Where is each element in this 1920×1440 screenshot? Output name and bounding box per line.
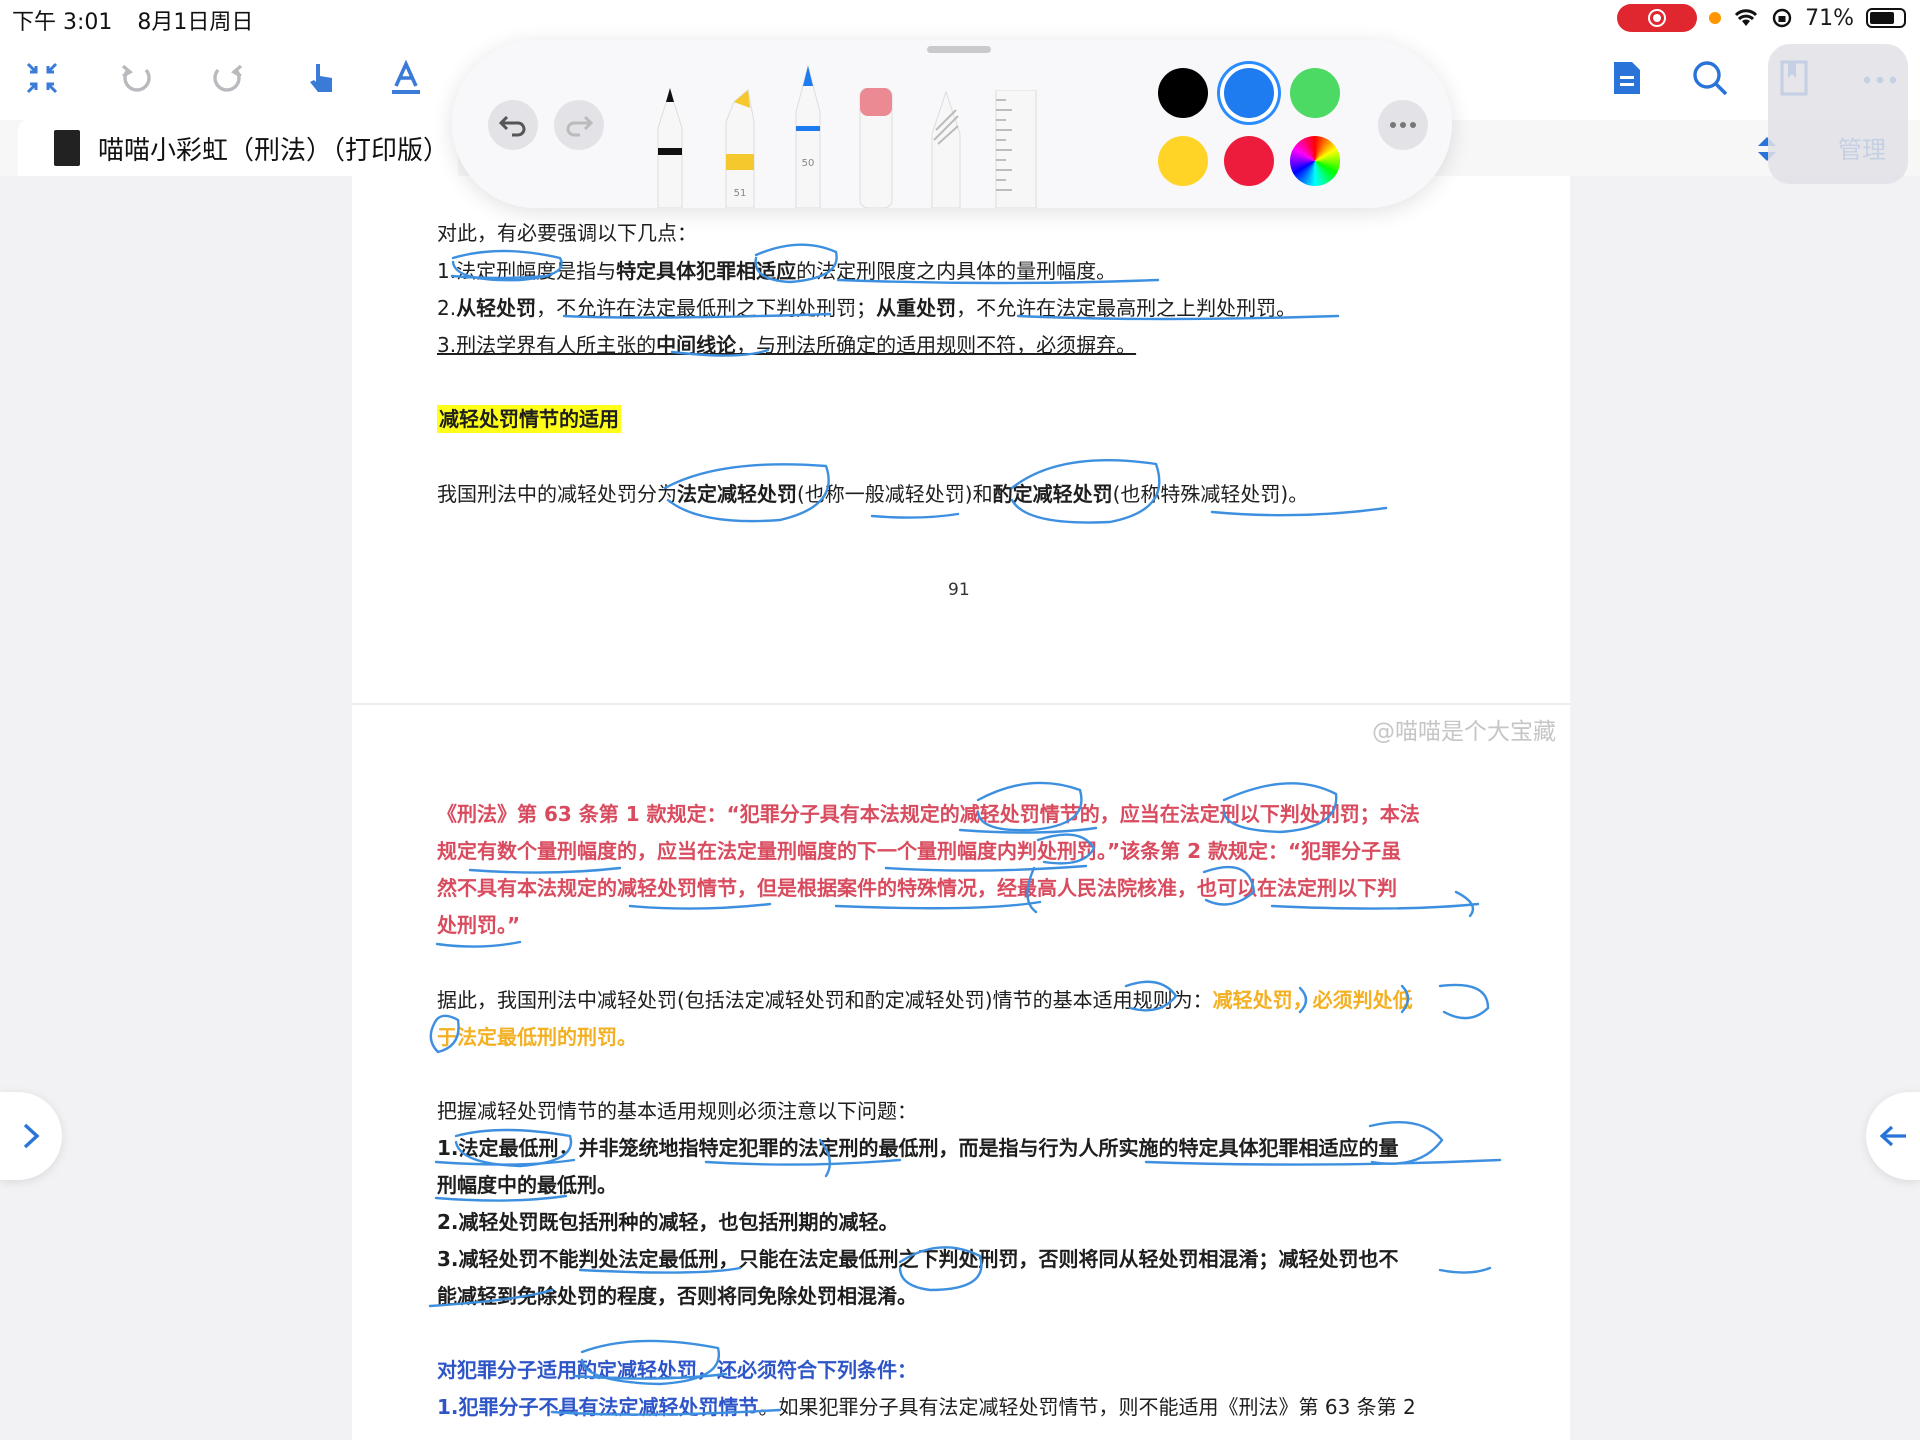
text-style-icon[interactable] bbox=[384, 56, 428, 100]
point-2: 2.从轻处罚，不允许在法定最低刑之下判处刑罚；从重处罚，不允许在法定最高刑之上判… bbox=[437, 296, 1297, 320]
palette-undo-icon[interactable] bbox=[488, 100, 538, 150]
back-arrow-icon[interactable] bbox=[1866, 1092, 1920, 1180]
condition-1: 1.犯罪分子不具有法定减轻处罚情节。如果犯罪分子具有法定减轻处罚情节，则不能适用… bbox=[437, 1395, 1416, 1419]
document-tab[interactable]: 喵喵小彩虹（刑法）（打印版） bbox=[18, 120, 458, 176]
orientation-lock-icon bbox=[1772, 8, 1792, 28]
note-intro: 把握减轻处罚情节的基本适用规则必须注意以下问题： bbox=[437, 1099, 917, 1123]
palette-drag-handle[interactable] bbox=[927, 46, 991, 53]
section-heading: 减轻处罚情节的适用 bbox=[437, 405, 621, 433]
status-time: 下午 3:01 bbox=[12, 10, 113, 35]
law-line-1: 《刑法》第 63 条第 1 款规定：“犯罪分子具有本法规定的减轻处罚情节的，应当… bbox=[437, 802, 1420, 826]
status-time-date: 下午 3:01 8月1日周日 bbox=[12, 4, 271, 36]
para-classification: 我国刑法中的减轻处罚分为法定减轻处罚(也称一般减轻处罚)和酌定减轻处罚(也称特殊… bbox=[437, 482, 1309, 506]
undo-icon[interactable] bbox=[114, 56, 158, 100]
collapse-icon[interactable] bbox=[20, 56, 64, 100]
point-3: 3.刑法学界有人所主张的中间线论，与刑法所确定的适用规则不符，必须摒弃。 bbox=[437, 333, 1137, 357]
note-2: 2.减轻处罚既包括刑种的减轻，也包括刑期的减轻。 bbox=[437, 1210, 899, 1234]
color-red-swatch[interactable] bbox=[1224, 136, 1274, 186]
eraser-tool-icon[interactable] bbox=[854, 88, 898, 208]
color-green-swatch[interactable] bbox=[1290, 68, 1340, 118]
palette-corner-panel bbox=[1768, 44, 1908, 184]
previous-page-chevron-icon[interactable] bbox=[0, 1092, 62, 1180]
status-indicators: 71% bbox=[1617, 4, 1906, 32]
highlighter-size-label: 51 bbox=[734, 188, 747, 199]
screen-record-icon[interactable] bbox=[1617, 4, 1698, 32]
color-black-swatch[interactable] bbox=[1158, 68, 1208, 118]
highlighter-tool-icon[interactable]: 51 bbox=[718, 78, 762, 208]
wifi-icon bbox=[1735, 9, 1758, 26]
para-intro: 对此，有必要强调以下几点： bbox=[437, 221, 697, 245]
mic-indicator-icon bbox=[1709, 12, 1722, 24]
pencil-size-label: 50 bbox=[802, 158, 815, 169]
document-thumbnail bbox=[54, 130, 80, 166]
note-3-line-2: 能减轻到免除处罚的程度，否则将同免除处罚相混淆。 bbox=[437, 1284, 917, 1308]
page-divider bbox=[352, 703, 1570, 705]
rule-line-2: 于法定最低刑的刑罚。 bbox=[437, 1025, 637, 1049]
watermark: @喵喵是个大宝藏 bbox=[1372, 719, 1556, 745]
redo-icon[interactable] bbox=[206, 56, 250, 100]
battery-icon bbox=[1866, 8, 1906, 28]
point-1: 1.法定刑幅度是指与特定具体犯罪相适应的法定刑限度之内具体的量刑幅度。 bbox=[437, 259, 1117, 283]
palette-more-icon[interactable] bbox=[1378, 100, 1428, 150]
status-bar: 下午 3:01 8月1日周日 71% bbox=[0, 0, 1920, 36]
search-icon[interactable] bbox=[1688, 56, 1732, 100]
note-3-line-1: 3.减轻处罚不能判处法定最低刑，只能在法定最低刑之下判处刑罚，否则将同从轻处罚相… bbox=[437, 1247, 1399, 1271]
hand-pointer-icon[interactable] bbox=[300, 56, 344, 100]
conditions-heading: 对犯罪分子适用酌定减轻处罚，还必须符合下列条件： bbox=[437, 1358, 917, 1382]
color-blue-swatch[interactable] bbox=[1224, 68, 1274, 118]
lasso-tool-icon[interactable] bbox=[926, 88, 966, 208]
color-picker-icon[interactable] bbox=[1290, 136, 1340, 186]
law-line-4: 处刑罚。” bbox=[437, 913, 521, 937]
ruler-tool-icon[interactable] bbox=[992, 90, 1040, 208]
law-line-3: 然不具有本法规定的减轻处罚情节，但是根据案件的特殊情况，经最高人民法院核准，也可… bbox=[437, 876, 1397, 900]
color-yellow-swatch[interactable] bbox=[1158, 136, 1208, 186]
page-number: 91 bbox=[948, 580, 970, 600]
pen-tool-icon[interactable] bbox=[650, 78, 690, 208]
law-line-2: 规定有数个量刑幅度的，应当在法定量刑幅度的下一个量刑幅度内判处刑罚。”该条第 2… bbox=[437, 839, 1402, 863]
document-icon[interactable] bbox=[1604, 56, 1648, 100]
rule-line-1: 据此，我国刑法中减轻处罚(包括法定减轻处罚和酌定减轻处罚)情节的基本适用规则为：… bbox=[437, 988, 1413, 1012]
status-date: 8月1日周日 bbox=[137, 10, 254, 35]
document-title: 喵喵小彩虹（刑法）（打印版） bbox=[98, 135, 450, 166]
palette-redo-icon[interactable] bbox=[554, 100, 604, 150]
pencil-tool-icon[interactable]: 50 bbox=[788, 62, 828, 208]
note-1-line-1: 1.法定最低刑，并非笼统地指特定犯罪的法定刑的最低刑，而是指与行为人所实施的特定… bbox=[437, 1136, 1399, 1160]
note-1-line-2: 刑幅度中的最低刑。 bbox=[437, 1173, 617, 1197]
pen-palette: 51 50 bbox=[452, 40, 1908, 208]
battery-percent: 71% bbox=[1805, 5, 1854, 31]
